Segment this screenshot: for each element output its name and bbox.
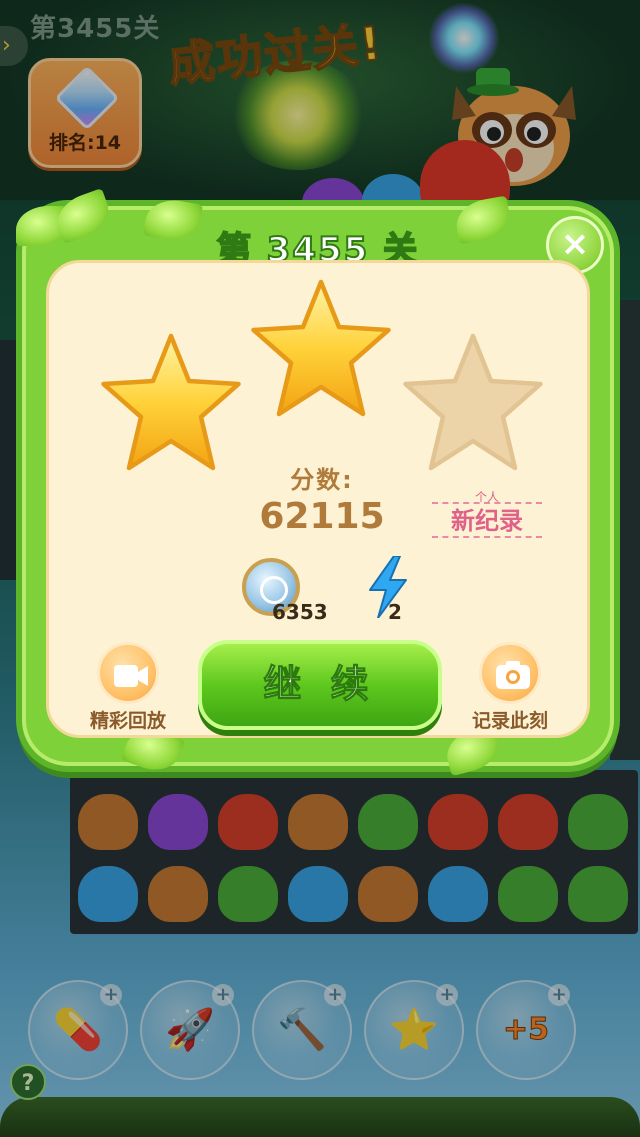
replay-label: 精彩回放 <box>89 710 166 732</box>
record-main-label: 新纪录 <box>432 502 542 538</box>
continue-button[interactable]: 继 续 <box>198 640 442 730</box>
camera-icon <box>479 642 541 704</box>
video-replay-icon <box>97 642 159 704</box>
star-earned-icon <box>251 279 391 417</box>
star-earned-icon <box>101 333 241 471</box>
level-result-panel: 第 3455 关 × 分数: 62115 个人 新纪录 6353 2 精彩回放 … <box>16 187 614 779</box>
new-record-badge: 个人 新纪录 <box>428 488 546 544</box>
record-moment-button[interactable]: 记录此刻 <box>466 642 554 733</box>
replay-button[interactable]: 精彩回放 <box>84 642 172 733</box>
coin-value: 6353 <box>272 600 328 624</box>
record-moment-label: 记录此刻 <box>471 710 548 732</box>
energy-value: 2 <box>388 600 402 624</box>
star-empty-icon <box>403 333 543 471</box>
